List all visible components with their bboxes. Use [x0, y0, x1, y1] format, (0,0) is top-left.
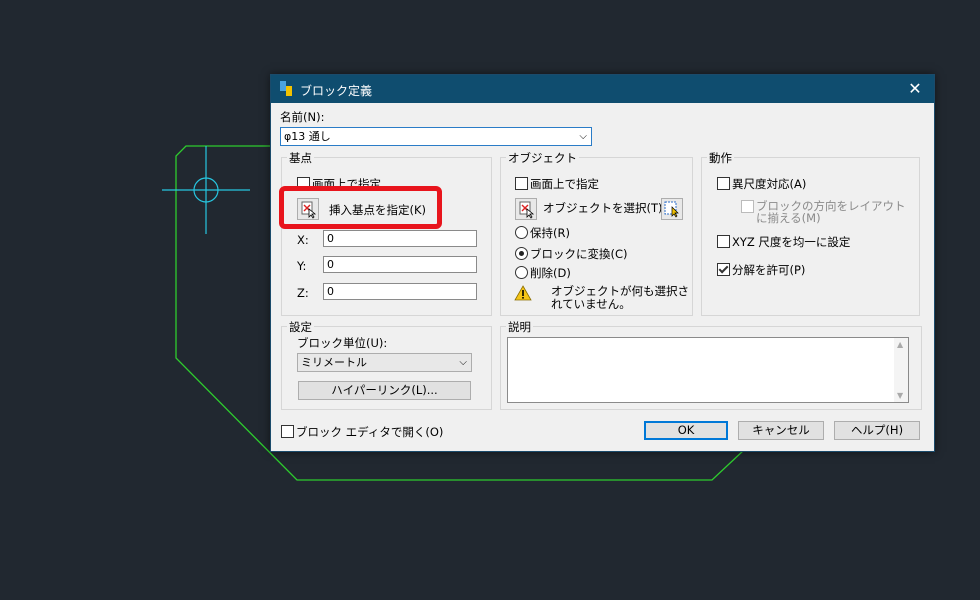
z-field[interactable]: 0: [323, 283, 477, 300]
warning-icon: [514, 285, 532, 301]
block-definition-dialog: ブロック定義 ✕ 名前(N): φ13 通し ⌵ 基点 画面上で指定 挿入基点を…: [270, 74, 935, 452]
retain-radio[interactable]: [515, 226, 528, 239]
objects-onscreen-label: 画面上で指定: [530, 177, 599, 191]
basepoint-legend: 基点: [287, 150, 314, 166]
delete-label: 削除(D): [530, 266, 571, 280]
open-in-editor-checkbox[interactable]: [281, 425, 294, 438]
dialog-titlebar[interactable]: ブロック定義 ✕: [271, 75, 934, 103]
settings-legend: 設定: [287, 319, 314, 335]
delete-radio[interactable]: [515, 266, 528, 279]
x-label: X:: [297, 233, 309, 247]
ok-button[interactable]: OK: [644, 421, 728, 440]
z-label: Z:: [297, 286, 309, 300]
x-field[interactable]: 0: [323, 230, 477, 247]
match-orientation-checkbox[interactable]: [741, 200, 754, 213]
cancel-button[interactable]: キャンセル: [738, 421, 824, 440]
scale-uniformly-checkbox[interactable]: [717, 235, 730, 248]
scale-uniformly-label: XYZ 尺度を均一に設定: [732, 235, 851, 249]
name-value: φ13 通し: [284, 130, 331, 143]
convert-label: ブロックに変換(C): [530, 247, 628, 261]
chevron-down-icon: ⌵: [459, 357, 467, 368]
close-icon[interactable]: ✕: [904, 78, 926, 100]
objects-onscreen-checkbox[interactable]: [515, 177, 528, 190]
help-button[interactable]: ヘルプ(H): [834, 421, 920, 440]
match-orientation-line2: に揃える(M): [756, 211, 821, 225]
hyperlink-button[interactable]: ハイパーリンク(L)...: [298, 381, 471, 400]
select-objects-button[interactable]: [515, 198, 537, 220]
retain-label: 保持(R): [530, 226, 570, 240]
center-mark: [162, 146, 250, 234]
dialog-title: ブロック定義: [300, 84, 373, 98]
allow-exploding-checkbox[interactable]: [717, 263, 730, 276]
objects-legend: オブジェクト: [506, 150, 579, 166]
app-icon: [280, 81, 292, 96]
y-label: Y:: [297, 259, 307, 273]
open-in-editor-label: ブロック エディタで開く(O): [296, 425, 444, 439]
y-field[interactable]: 0: [323, 256, 477, 273]
warning-line2: れていません。: [551, 297, 631, 311]
highlight-box: [279, 186, 442, 229]
select-objects-icon: [519, 201, 535, 219]
allow-exploding-label: 分解を許可(P): [732, 263, 806, 277]
name-label: 名前(N):: [280, 110, 325, 124]
behavior-legend: 動作: [707, 150, 734, 166]
chevron-down-icon: ⌵: [579, 131, 587, 142]
description-textarea[interactable]: ▲ ▼: [507, 337, 909, 403]
convert-radio[interactable]: [515, 247, 528, 260]
quick-select-button[interactable]: [661, 198, 683, 220]
block-unit-value: ミリメートル: [301, 356, 367, 369]
annotative-checkbox[interactable]: [717, 177, 730, 190]
name-combobox[interactable]: φ13 通し ⌵: [280, 127, 592, 146]
scroll-up-icon[interactable]: ▲: [897, 340, 903, 349]
description-legend: 説明: [506, 319, 533, 335]
block-unit-label: ブロック単位(U):: [297, 336, 388, 350]
description-scrollbar[interactable]: ▲ ▼: [894, 338, 908, 402]
quick-select-icon: [664, 201, 679, 218]
select-objects-label[interactable]: オブジェクトを選択(T): [543, 200, 663, 216]
block-unit-select[interactable]: ミリメートル ⌵: [297, 353, 472, 372]
annotative-label: 異尺度対応(A): [732, 177, 807, 191]
scroll-down-icon[interactable]: ▼: [897, 391, 903, 400]
